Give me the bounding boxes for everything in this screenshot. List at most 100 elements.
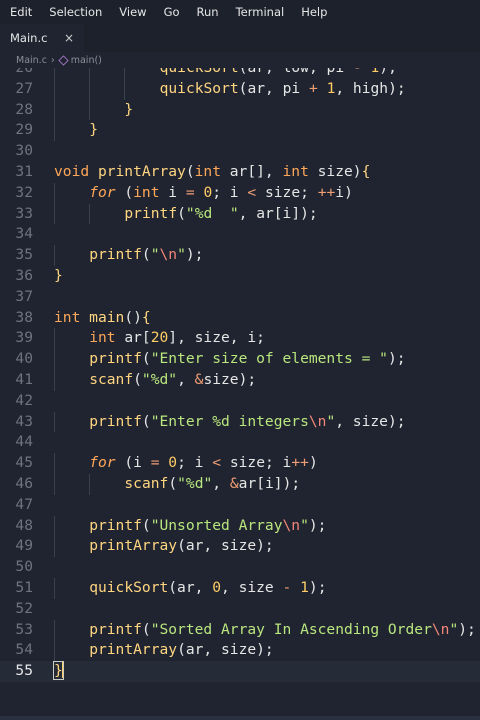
line-number: 34 <box>15 225 33 243</box>
line-number: 40 <box>15 350 33 368</box>
code-editor[interactable]: 26quickSort(ar, low, pi - 1);27quickSort… <box>0 52 480 720</box>
code-line-53[interactable]: 53 printf("Sorted Array In Ascending Orde… <box>0 619 480 641</box>
line-number: 27 <box>15 79 33 97</box>
code-text: for (i = 0; i < size; i++) <box>89 454 318 472</box>
menu-help[interactable]: Help <box>292 0 335 24</box>
code-text: } <box>54 266 63 284</box>
code-text: } <box>89 121 98 139</box>
code-text: for (int i = 0; i < size; ++i) <box>89 183 353 201</box>
line-number: 33 <box>15 204 33 222</box>
line-number: 48 <box>15 516 33 534</box>
line-number: 37 <box>15 287 33 305</box>
code-text: } <box>53 661 64 681</box>
line-number: 41 <box>15 370 33 388</box>
code-line-35[interactable]: 35 printf("\n"); <box>0 245 480 266</box>
code-text: quickSort(ar, pi + 1, high); <box>159 79 406 97</box>
line-number: 47 <box>15 495 33 513</box>
indent-guide <box>54 78 55 100</box>
indent-guide <box>54 328 55 350</box>
line-number: 54 <box>15 641 33 659</box>
code-text: quickSort(ar, 0, size - 1); <box>89 578 327 596</box>
indent-guide <box>54 120 55 142</box>
code-line-51[interactable]: 51 quickSort(ar, 0, size - 1); <box>0 577 480 599</box>
code-line-45[interactable]: 45 for (i = 0; i < size; i++) <box>0 453 480 474</box>
code-line-42[interactable]: 42 <box>0 391 480 412</box>
indent-guide <box>54 577 55 599</box>
indent-guide <box>54 640 55 662</box>
code-line-54[interactable]: 54 printArray(ar, size); <box>0 640 480 662</box>
code-line-50[interactable]: 50 <box>0 557 480 578</box>
line-number: 35 <box>15 246 33 264</box>
code-line-33[interactable]: 33 printf("%d ", ar[i]); <box>0 203 480 225</box>
code-text: scanf("%d", &size); <box>89 370 257 388</box>
menu-selection[interactable]: Selection <box>40 0 110 24</box>
code-line-41[interactable]: 41 scanf("%d", &size); <box>0 369 480 391</box>
line-number: 49 <box>15 537 33 555</box>
code-line-55[interactable]: 55} <box>0 661 480 682</box>
code-line-52[interactable]: 52 <box>0 599 480 620</box>
code-text: int main(){ <box>54 308 151 326</box>
indent-guide <box>54 349 55 370</box>
line-number: 39 <box>15 329 33 347</box>
line-number: 46 <box>15 474 33 492</box>
indent-guide <box>54 203 55 225</box>
tab-label: Main.c <box>10 31 48 45</box>
menu-bar: Edit Selection View Go Run Terminal Help <box>0 0 480 24</box>
line-number: 29 <box>15 121 33 139</box>
code-line-27[interactable]: 27 quickSort(ar, pi + 1, high); <box>0 78 480 100</box>
menu-go[interactable]: Go <box>155 0 188 24</box>
menu-view[interactable]: View <box>110 0 154 24</box>
breadcrumb-symbol[interactable]: main() <box>71 55 102 66</box>
code-lines: 26quickSort(ar, low, pi - 1);27quickSort… <box>0 58 480 682</box>
code-line-44[interactable]: 44 <box>0 432 480 453</box>
horizontal-scrollbar[interactable] <box>0 716 480 720</box>
code-line-32[interactable]: 32 for (int i = 0; i < size; ++i) <box>0 182 480 204</box>
tab-main-c[interactable]: Main.c × <box>0 24 84 52</box>
breadcrumb-file[interactable]: Main.c <box>16 55 47 66</box>
code-line-31[interactable]: 31 void printArray(int ar[], int size){ <box>0 162 480 183</box>
code-line-30[interactable]: 30 <box>0 141 480 162</box>
indent-guide <box>54 453 55 474</box>
line-number: 53 <box>15 620 33 638</box>
close-icon[interactable]: × <box>64 30 74 46</box>
indent-guide <box>89 473 91 495</box>
symbol-method-icon <box>58 54 69 66</box>
code-line-39[interactable]: 39 int ar[20], size, i; <box>0 328 480 350</box>
menu-edit[interactable]: Edit <box>0 0 40 24</box>
code-line-47[interactable]: 47 <box>0 495 480 516</box>
code-text: printf("Enter size of elements = "); <box>89 350 406 368</box>
code-text: printf("Enter %d integers\n", size); <box>89 412 406 430</box>
line-number: 36 <box>15 266 33 284</box>
line-number: 38 <box>15 308 33 326</box>
indent-guide <box>89 78 91 100</box>
line-number: 44 <box>15 433 33 451</box>
menu-terminal[interactable]: Terminal <box>227 0 293 24</box>
indent-guide <box>89 99 91 121</box>
code-line-38[interactable]: 38 int main(){ <box>0 308 480 329</box>
indent-guide <box>54 411 55 433</box>
code-text: scanf("%d", &ar[i]); <box>124 474 301 492</box>
line-number: 52 <box>15 599 33 617</box>
indent-guide <box>54 182 55 204</box>
code-line-36[interactable]: 36} <box>0 266 480 287</box>
indent-guide <box>54 536 55 558</box>
indent-guide <box>54 245 55 266</box>
code-text: int ar[20], size, i; <box>89 329 265 347</box>
code-line-29[interactable]: 29} <box>0 120 480 142</box>
code-line-37[interactable]: 37 <box>0 287 480 308</box>
code-line-40[interactable]: 40 printf("Enter size of elements = "); <box>0 349 480 370</box>
line-number: 50 <box>15 558 33 576</box>
menu-run[interactable]: Run <box>188 0 227 24</box>
code-line-48[interactable]: 48 printf("Unsorted Array\n"); <box>0 515 480 537</box>
line-number: 43 <box>15 412 33 430</box>
indent-guide <box>54 369 55 391</box>
code-line-49[interactable]: 49 printArray(ar, size); <box>0 536 480 558</box>
line-number: 28 <box>15 100 33 118</box>
code-line-34[interactable]: 34 <box>0 224 480 245</box>
code-line-28[interactable]: 28} <box>0 99 480 121</box>
code-line-46[interactable]: 46 scanf("%d", &ar[i]); <box>0 473 480 495</box>
code-line-43[interactable]: 43 printf("Enter %d integers\n", size); <box>0 411 480 433</box>
indent-guide <box>89 203 91 225</box>
code-text: printf("\n"); <box>89 246 204 264</box>
code-text: printArray(ar, size); <box>89 641 274 659</box>
